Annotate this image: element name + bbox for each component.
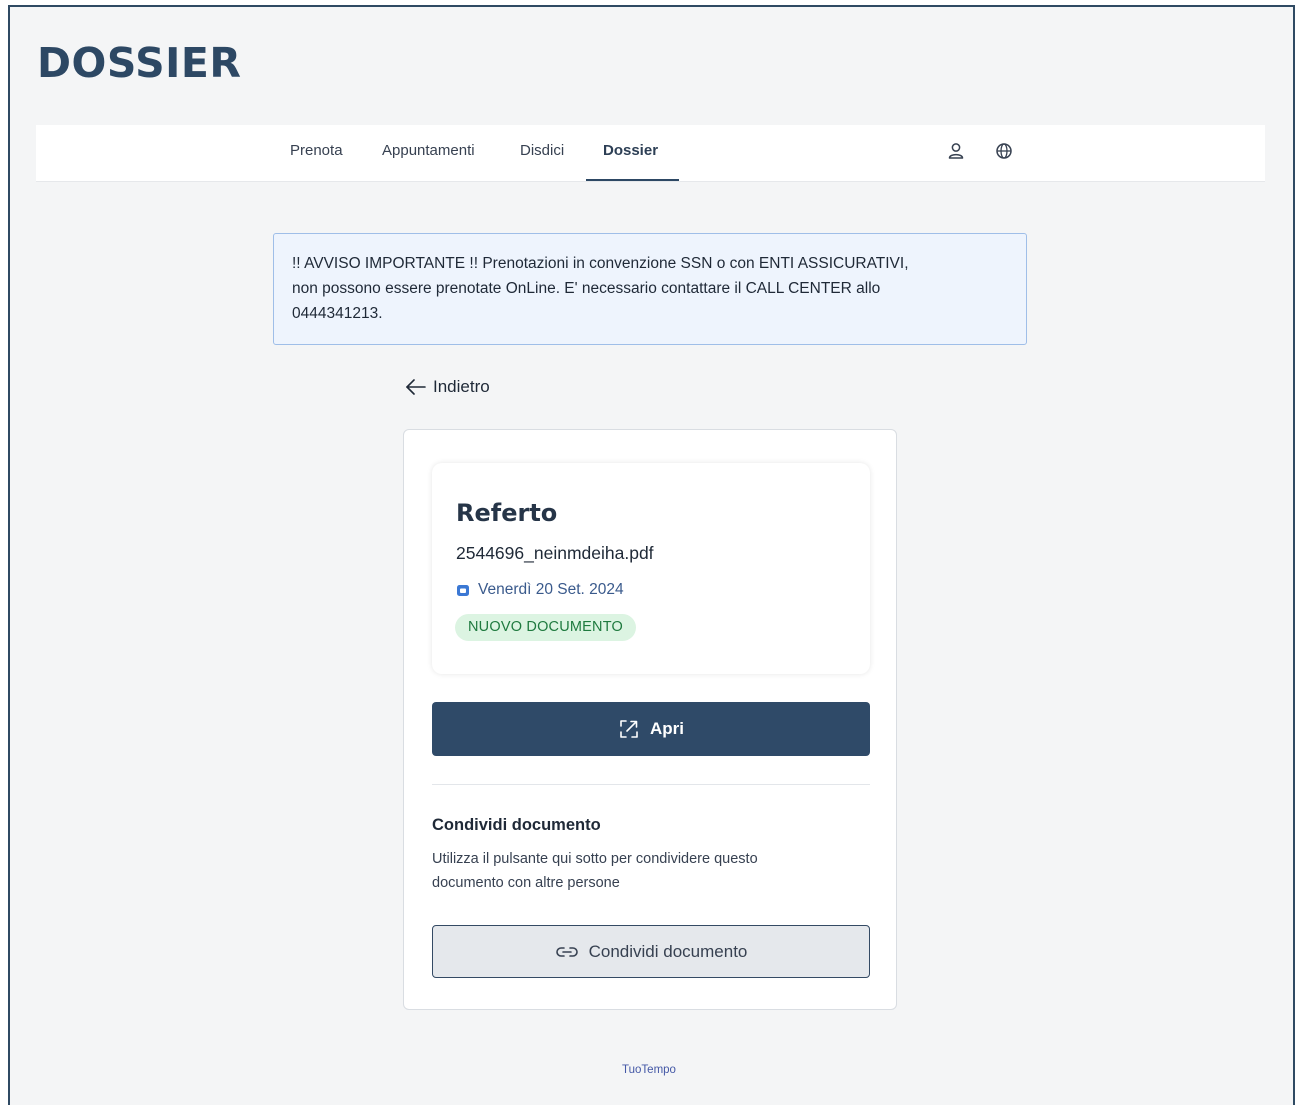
page-title: DOSSIER — [37, 39, 242, 87]
user-icon[interactable] — [946, 141, 966, 161]
document-date-text: Venerdì 20 Set. 2024 — [478, 581, 624, 598]
notice-line-2: non possono essere prenotate OnLine. E' … — [292, 280, 881, 297]
important-notice: !! AVVISO IMPORTANTE !! Prenotazioni in … — [273, 233, 1027, 345]
notice-line-3: 0444341213. — [292, 305, 383, 322]
external-open-icon — [618, 718, 640, 740]
arrow-left-icon — [405, 378, 427, 396]
nav-item-prenota[interactable]: Prenota — [290, 125, 343, 181]
share-document-label: Condividi documento — [588, 941, 748, 961]
document-date: Venerdì 20 Set. 2024 — [456, 579, 624, 601]
link-icon — [555, 945, 579, 959]
nav-item-appuntamenti[interactable]: Appuntamenti — [382, 125, 475, 181]
share-description-line-2: documento con altre persone — [432, 875, 620, 891]
new-document-badge: NUOVO DOCUMENTO — [455, 614, 636, 641]
document-detail-card: Referto 2544696_neinmdeiha.pdf Venerdì 2… — [403, 429, 897, 1010]
share-section-description: Utilizza il pulsante qui sotto per condi… — [432, 847, 842, 895]
open-document-label: Apri — [650, 719, 684, 738]
share-description-line-1: Utilizza il pulsante qui sotto per condi… — [432, 851, 758, 867]
nav-item-disdici[interactable]: Disdici — [520, 125, 564, 181]
document-type: Referto — [456, 499, 558, 527]
document-filename: 2544696_neinmdeiha.pdf — [456, 543, 654, 563]
back-link-label: Indietro — [433, 377, 490, 396]
open-document-button[interactable]: Apri — [432, 702, 870, 756]
notice-line-1: !! AVVISO IMPORTANTE !! Prenotazioni in … — [292, 255, 909, 272]
nav-item-dossier[interactable]: Dossier — [603, 125, 658, 181]
share-section-title: Condividi documento — [432, 816, 601, 834]
top-navigation: Prenota Appuntamenti Disdici Dossier — [36, 125, 1265, 182]
section-divider — [432, 784, 870, 785]
share-document-button[interactable]: Condividi documento — [432, 925, 870, 978]
footer-tuotempo-link[interactable]: TuoTempo — [0, 1063, 1298, 1077]
back-link[interactable]: Indietro — [405, 374, 490, 400]
calendar-icon — [456, 583, 470, 597]
nav-active-indicator — [586, 179, 679, 181]
document-info-card: Referto 2544696_neinmdeiha.pdf Venerdì 2… — [432, 463, 870, 674]
globe-icon[interactable] — [994, 141, 1014, 161]
